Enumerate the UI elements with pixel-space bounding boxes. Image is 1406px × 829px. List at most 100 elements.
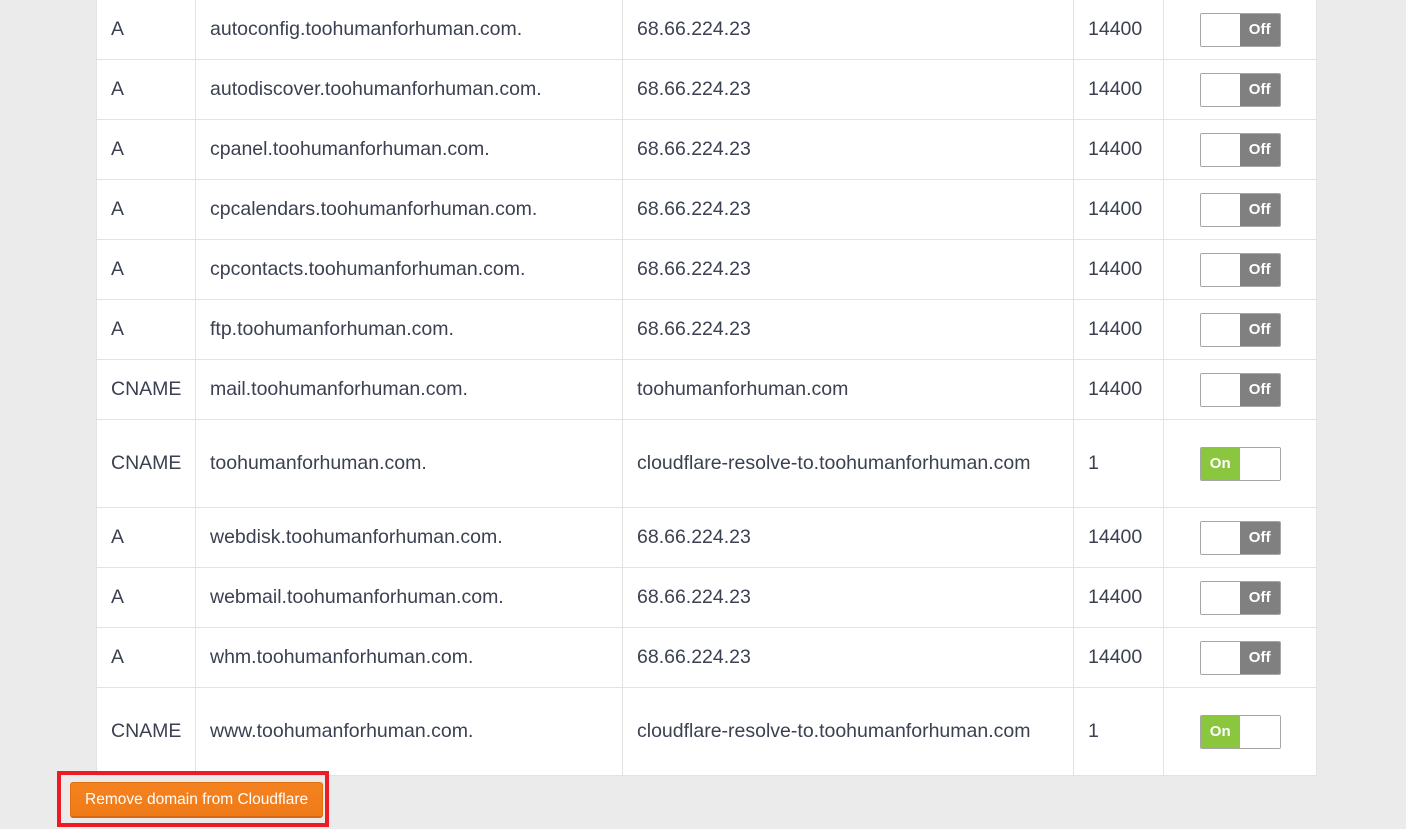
record-type-cell: CNAME bbox=[96, 419, 196, 508]
record-content-cell: 68.66.224.23 bbox=[622, 239, 1074, 300]
record-name-cell: mail.toohumanforhuman.com. bbox=[195, 359, 623, 420]
record-type-cell: A bbox=[96, 567, 196, 628]
toggle-state-label: Off bbox=[1240, 73, 1280, 106]
table-row: Aautoconfig.toohumanforhuman.com. 68.66.2… bbox=[96, 0, 1317, 60]
toggle-state-label: On bbox=[1200, 447, 1240, 480]
footer-text bbox=[0, 820, 1406, 829]
table-row: Aautodiscover.toohumanforhuman.com. 68.66… bbox=[96, 59, 1317, 120]
proxy-toggle-off[interactable]: Off bbox=[1199, 252, 1281, 287]
toggle-knob bbox=[1240, 715, 1280, 748]
record-ttl-cell: 14400 bbox=[1073, 59, 1164, 120]
record-name-cell: autodiscover.toohumanforhuman.com. bbox=[195, 59, 623, 120]
record-proxy-cell: On bbox=[1163, 687, 1317, 776]
proxy-toggle-off[interactable]: Off bbox=[1199, 520, 1281, 555]
record-ttl-cell: 14400 bbox=[1073, 507, 1164, 568]
toggle-state-label: Off bbox=[1240, 581, 1280, 614]
record-ttl-cell: 14400 bbox=[1073, 179, 1164, 240]
proxy-toggle-off[interactable]: Off bbox=[1199, 580, 1281, 615]
record-proxy-cell: Off bbox=[1163, 567, 1317, 628]
proxy-toggle-off[interactable]: Off bbox=[1199, 12, 1281, 47]
record-proxy-cell: Off bbox=[1163, 299, 1317, 360]
record-content-cell: cloudflare-resolve-to.toohumanforhuman.c… bbox=[622, 687, 1074, 776]
record-name-cell: cpcontacts.toohumanforhuman.com. bbox=[195, 239, 623, 300]
record-name-cell: toohumanforhuman.com. bbox=[195, 419, 623, 508]
record-type-cell: A bbox=[96, 627, 196, 688]
toggle-state-label: Off bbox=[1240, 373, 1280, 406]
record-content-cell: 68.66.224.23 bbox=[622, 59, 1074, 120]
proxy-toggle-on[interactable]: On bbox=[1199, 714, 1281, 749]
record-name-cell: webdisk.toohumanforhuman.com. bbox=[195, 507, 623, 568]
toggle-state-label: Off bbox=[1240, 13, 1280, 46]
table-row: Acpanel.toohumanforhuman.com. 68.66.224.2… bbox=[96, 119, 1317, 180]
record-name-cell: whm.toohumanforhuman.com. bbox=[195, 627, 623, 688]
record-ttl-cell: 14400 bbox=[1073, 299, 1164, 360]
toggle-state-label: Off bbox=[1240, 193, 1280, 226]
record-type-cell: A bbox=[96, 179, 196, 240]
record-content-cell: 68.66.224.23 bbox=[622, 119, 1074, 180]
proxy-toggle-off[interactable]: Off bbox=[1199, 372, 1281, 407]
record-type-cell: A bbox=[96, 59, 196, 120]
toggle-state-label: Off bbox=[1240, 641, 1280, 674]
toggle-state-label: Off bbox=[1240, 521, 1280, 554]
toggle-state-label: Off bbox=[1240, 133, 1280, 166]
toggle-knob bbox=[1200, 313, 1240, 346]
record-ttl-cell: 14400 bbox=[1073, 0, 1164, 60]
record-content-cell: toohumanforhuman.com bbox=[622, 359, 1074, 420]
toggle-knob bbox=[1200, 581, 1240, 614]
dns-records-table-container: Aautoconfig.toohumanforhuman.com. 68.66.2… bbox=[96, 0, 1317, 776]
record-name-cell: cpanel.toohumanforhuman.com. bbox=[195, 119, 623, 180]
record-type-cell: CNAME bbox=[96, 687, 196, 776]
record-content-cell: 68.66.224.23 bbox=[622, 0, 1074, 60]
toggle-knob bbox=[1240, 447, 1280, 480]
record-name-cell: webmail.toohumanforhuman.com. bbox=[195, 567, 623, 628]
record-proxy-cell: Off bbox=[1163, 507, 1317, 568]
toggle-state-label: On bbox=[1200, 715, 1240, 748]
remove-domain-from-cloudflare-button[interactable]: Remove domain from Cloudflare bbox=[70, 782, 324, 818]
record-type-cell: A bbox=[96, 299, 196, 360]
record-content-cell: 68.66.224.23 bbox=[622, 507, 1074, 568]
record-name-cell: cpcalendars.toohumanforhuman.com. bbox=[195, 179, 623, 240]
toggle-knob bbox=[1200, 373, 1240, 406]
toggle-state-label: Off bbox=[1240, 313, 1280, 346]
proxy-toggle-off[interactable]: Off bbox=[1199, 132, 1281, 167]
record-content-cell: 68.66.224.23 bbox=[622, 179, 1074, 240]
proxy-toggle-off[interactable]: Off bbox=[1199, 72, 1281, 107]
dns-records-body: Aautoconfig.toohumanforhuman.com. 68.66.2… bbox=[96, 0, 1317, 776]
dns-records-table: Aautoconfig.toohumanforhuman.com. 68.66.2… bbox=[96, 0, 1317, 776]
table-row: CNAME www.toohumanforhuman.com. cloudflare… bbox=[96, 687, 1317, 776]
toggle-knob bbox=[1200, 193, 1240, 226]
table-row: Aftp.toohumanforhuman.com. 68.66.224.23 14… bbox=[96, 299, 1317, 360]
record-content-cell: cloudflare-resolve-to.toohumanforhuman.c… bbox=[622, 419, 1074, 508]
record-ttl-cell: 14400 bbox=[1073, 239, 1164, 300]
table-row: Acpcalendars.toohumanforhuman.com. 68.66.… bbox=[96, 179, 1317, 240]
record-proxy-cell: Off bbox=[1163, 119, 1317, 180]
record-proxy-cell: Off bbox=[1163, 0, 1317, 60]
record-ttl-cell: 14400 bbox=[1073, 359, 1164, 420]
toggle-state-label: Off bbox=[1240, 253, 1280, 286]
proxy-toggle-off[interactable]: Off bbox=[1199, 312, 1281, 347]
record-content-cell: 68.66.224.23 bbox=[622, 299, 1074, 360]
record-proxy-cell: Off bbox=[1163, 179, 1317, 240]
record-ttl-cell: 14400 bbox=[1073, 567, 1164, 628]
table-row: CNAME toohumanforhuman.com. cloudflare-res… bbox=[96, 419, 1317, 508]
table-row: Acpcontacts.toohumanforhuman.com. 68.66.2… bbox=[96, 239, 1317, 300]
record-content-cell: 68.66.224.23 bbox=[622, 567, 1074, 628]
record-ttl-cell: 14400 bbox=[1073, 119, 1164, 180]
toggle-knob bbox=[1200, 133, 1240, 166]
toggle-knob bbox=[1200, 73, 1240, 106]
proxy-toggle-on[interactable]: On bbox=[1199, 446, 1281, 481]
proxy-toggle-off[interactable]: Off bbox=[1199, 640, 1281, 675]
proxy-toggle-off[interactable]: Off bbox=[1199, 192, 1281, 227]
record-proxy-cell: Off bbox=[1163, 59, 1317, 120]
record-ttl-cell: 1 bbox=[1073, 687, 1164, 776]
toggle-knob bbox=[1200, 13, 1240, 46]
record-type-cell: A bbox=[96, 119, 196, 180]
toggle-knob bbox=[1200, 253, 1240, 286]
record-proxy-cell: Off bbox=[1163, 627, 1317, 688]
record-proxy-cell: On bbox=[1163, 419, 1317, 508]
record-type-cell: A bbox=[96, 239, 196, 300]
table-row: Awebdisk.toohumanforhuman.com. 68.66.224.… bbox=[96, 507, 1317, 568]
record-type-cell: A bbox=[96, 0, 196, 60]
record-name-cell: ftp.toohumanforhuman.com. bbox=[195, 299, 623, 360]
record-proxy-cell: Off bbox=[1163, 239, 1317, 300]
